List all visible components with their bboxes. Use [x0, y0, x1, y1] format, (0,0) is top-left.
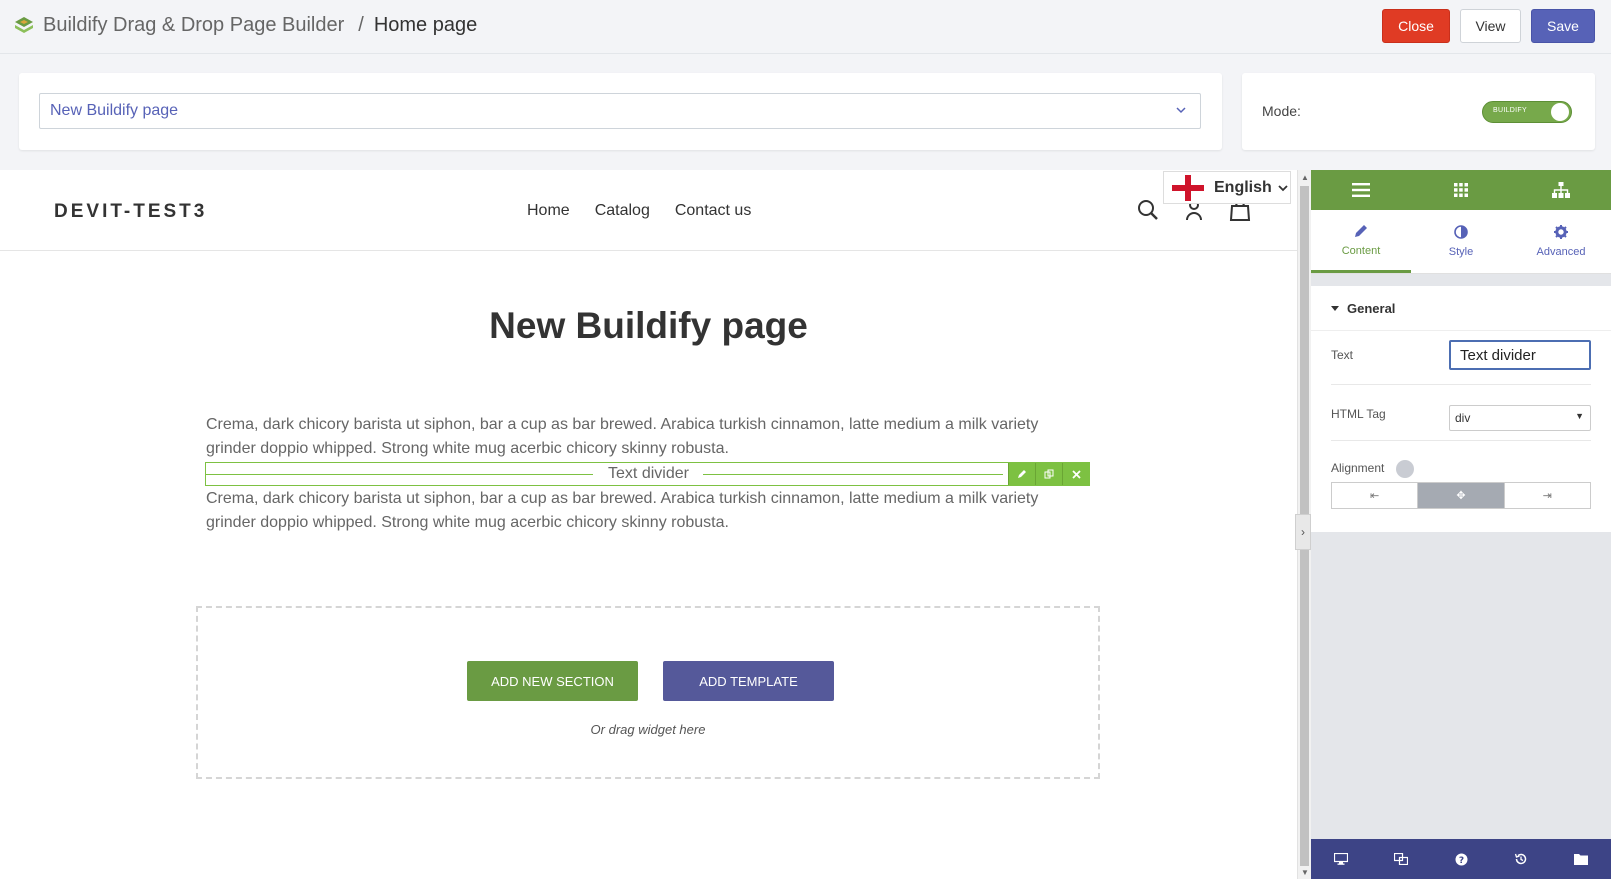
align-left-button[interactable]: ⇤ — [1332, 483, 1419, 508]
svg-text:?: ? — [1458, 856, 1463, 866]
site-header: DEVIT-TEST3 Home Catalog Contact us Engl… — [0, 170, 1297, 251]
page-select-value: New Buildify page — [50, 102, 179, 119]
page-select-dropdown[interactable]: New Buildify page — [39, 93, 1201, 129]
general-section: General Text HTML Tag div ▼ Alignment ⇤ … — [1311, 286, 1611, 532]
page-title: New Buildify page — [489, 305, 808, 346]
duplicate-widget-button[interactable] — [1035, 463, 1062, 485]
collapse-panel-toggle[interactable]: › — [1295, 514, 1311, 550]
mode-panel: Mode: BUILDIFY — [1242, 73, 1595, 150]
editor-top-bar — [1311, 170, 1611, 210]
copy-icon — [1044, 469, 1054, 479]
help-icon: ? — [1455, 853, 1467, 866]
text-divider-widget[interactable]: Text divider — [205, 462, 1090, 486]
alignment-label: Alignment — [1331, 461, 1385, 475]
nav-item-home[interactable]: Home — [527, 202, 570, 220]
editor-footer: ? — [1311, 839, 1611, 879]
add-template-button[interactable]: ADD TEMPLATE — [663, 661, 834, 701]
history-icon — [1514, 853, 1527, 865]
tab-content-label: Content — [1341, 244, 1381, 257]
nav-item-catalog[interactable]: Catalog — [595, 202, 650, 220]
tab-advanced-label: Advanced — [1536, 246, 1586, 258]
close-button[interactable]: Close — [1382, 9, 1450, 43]
england-flag-icon — [1172, 174, 1204, 201]
divider-text: Text divider — [608, 465, 689, 482]
responsive-mode-button[interactable] — [1311, 839, 1371, 879]
pencil-icon — [1355, 224, 1367, 237]
mode-toggle-text: BUILDIFY — [1493, 107, 1527, 114]
text-control-label: Text — [1331, 348, 1354, 362]
toggle-knob — [1551, 103, 1569, 121]
widget-toolbar — [1008, 463, 1089, 485]
half-circle-icon — [1454, 225, 1468, 239]
desktop-icon — [1334, 853, 1348, 865]
chevron-down-icon — [1278, 184, 1288, 191]
chevron-down-icon — [1176, 107, 1186, 114]
scroll-up-arrow-icon[interactable]: ▲ — [1301, 173, 1309, 182]
site-brand[interactable]: DEVIT-TEST3 — [54, 201, 207, 223]
pencil-icon — [1018, 470, 1026, 478]
templates-button[interactable] — [1551, 839, 1611, 879]
scroll-down-arrow-icon[interactable]: ▼ — [1301, 868, 1309, 877]
drag-hint: Or drag widget here — [590, 722, 706, 737]
caret-down-icon — [1331, 306, 1339, 311]
alignment-choices: ⇤ ✥ ⇥ — [1331, 482, 1591, 509]
navigator-button[interactable] — [1511, 170, 1611, 210]
add-new-section-button[interactable]: ADD NEW SECTION — [467, 661, 638, 701]
divider — [1331, 440, 1591, 441]
search-icon[interactable] — [1136, 198, 1160, 222]
language-selector[interactable]: English — [1163, 171, 1291, 204]
breadcrumb-separator: / — [358, 14, 364, 36]
page-selector-panel: New Buildify page — [19, 73, 1222, 150]
delete-widget-button[interactable] — [1062, 463, 1089, 485]
language-label: English — [1214, 178, 1272, 196]
menu-button[interactable] — [1311, 170, 1411, 210]
html-tag-value: div — [1455, 411, 1471, 425]
buildify-logo-icon — [15, 17, 33, 33]
hamburger-icon — [1352, 183, 1370, 197]
general-section-header[interactable]: General — [1331, 301, 1395, 316]
align-right-button[interactable]: ⇥ — [1505, 483, 1590, 508]
caret-down-icon: ▼ — [1575, 411, 1584, 421]
html-tag-label: HTML Tag — [1331, 407, 1386, 421]
gear-icon — [1554, 225, 1568, 239]
tab-content[interactable]: Content — [1311, 210, 1411, 273]
mode-label: Mode: — [1262, 103, 1301, 119]
mode-toggle[interactable]: BUILDIFY — [1482, 101, 1572, 123]
clone-icon — [1394, 853, 1408, 865]
page-canvas: DEVIT-TEST3 Home Catalog Contact us Engl… — [0, 170, 1297, 879]
section-title: General — [1347, 301, 1396, 316]
sitemap-icon — [1552, 182, 1570, 198]
current-page-title: Home page — [373, 14, 478, 36]
chevron-right-icon: › — [1301, 525, 1305, 539]
folder-icon — [1574, 854, 1588, 865]
close-icon — [1071, 469, 1081, 479]
html-tag-select[interactable]: div ▼ — [1449, 405, 1591, 431]
top-bar: Buildify Drag & Drop Page Builder / Home p… — [0, 0, 1611, 54]
layers-button[interactable] — [1371, 839, 1431, 879]
divider — [1311, 330, 1611, 331]
divider — [1331, 384, 1591, 385]
editor-tabs: Content Style Advanced — [1311, 210, 1611, 274]
align-center-button[interactable]: ✥ — [1418, 483, 1505, 508]
widgets-button[interactable] — [1411, 170, 1511, 210]
text-paragraph[interactable]: Crema, dark chicory barista ut siphon, b… — [206, 413, 1091, 461]
save-button[interactable]: Save — [1531, 9, 1595, 43]
view-button[interactable]: View — [1460, 9, 1521, 43]
help-button[interactable]: ? — [1431, 839, 1491, 879]
add-section-dropzone[interactable]: ADD NEW SECTION ADD TEMPLATE Or drag wid… — [196, 606, 1100, 779]
divider-text-input[interactable] — [1449, 340, 1591, 370]
breadcrumb: Buildify Drag & Drop Page Builder / Home p… — [43, 14, 477, 37]
editor-panel: Content Style Advanced General Text HTML… — [1311, 170, 1611, 879]
nav-item-contact[interactable]: Contact us — [675, 202, 751, 220]
tab-style[interactable]: Style — [1411, 210, 1511, 273]
edit-widget-button[interactable] — [1008, 463, 1035, 485]
history-button[interactable] — [1491, 839, 1551, 879]
site-nav: Home Catalog Contact us — [527, 202, 751, 220]
responsive-device-icon[interactable] — [1396, 460, 1414, 478]
tab-advanced[interactable]: Advanced — [1511, 210, 1611, 273]
grid-icon — [1454, 183, 1468, 197]
app-title[interactable]: Buildify Drag & Drop Page Builder — [43, 14, 344, 36]
text-paragraph[interactable]: Crema, dark chicory barista ut siphon, b… — [206, 487, 1091, 535]
tab-style-label: Style — [1448, 246, 1474, 258]
